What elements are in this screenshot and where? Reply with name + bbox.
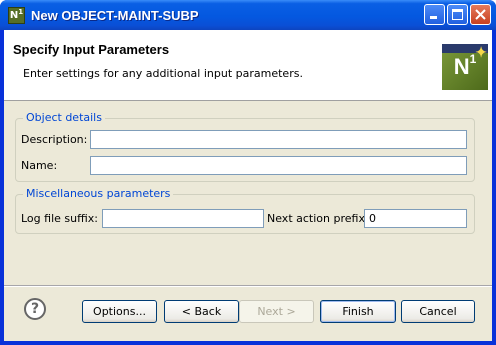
description-field[interactable] <box>90 130 467 149</box>
object-details-group: Object details Description: Name: <box>15 111 475 182</box>
minimize-icon[interactable] <box>424 4 445 25</box>
options-button[interactable]: Options... <box>82 300 157 323</box>
dialog-body: Specify Input Parameters Enter settings … <box>4 30 492 341</box>
finish-button[interactable]: Finish <box>320 300 396 323</box>
close-icon[interactable] <box>470 4 491 25</box>
help-icon[interactable]: ? <box>24 298 46 320</box>
description-label: Description: <box>21 133 88 146</box>
window-title: New OBJECT-MAINT-SUBP <box>31 7 199 23</box>
object-details-legend: Object details <box>23 111 105 124</box>
log-file-suffix-label: Log file suffix: <box>21 212 98 225</box>
dialog-window: N1 New OBJECT-MAINT-SUBP Specify Input P… <box>0 0 496 345</box>
misc-parameters-legend: Miscellaneous parameters <box>23 187 174 200</box>
wizard-header: Specify Input Parameters Enter settings … <box>4 30 492 101</box>
name-label: Name: <box>21 159 58 172</box>
misc-parameters-group: Miscellaneous parameters Log file suffix… <box>15 187 475 234</box>
star-icon: ✦ <box>475 44 487 60</box>
back-button[interactable]: < Back <box>164 300 239 323</box>
page-title: Specify Input Parameters <box>13 42 170 57</box>
window-controls <box>424 4 491 25</box>
maximize-icon[interactable] <box>447 4 468 25</box>
name-field[interactable] <box>90 156 467 175</box>
next-action-prefix-field[interactable] <box>364 209 467 228</box>
natural-logo-icon: N1 ✦ <box>442 44 488 90</box>
next-action-prefix-label: Next action prefix: <box>267 212 369 225</box>
cancel-button[interactable]: Cancel <box>401 300 475 323</box>
button-separator <box>4 285 492 287</box>
log-file-suffix-field[interactable] <box>102 209 264 228</box>
next-button[interactable]: Next > <box>239 300 314 323</box>
title-bar[interactable]: N1 New OBJECT-MAINT-SUBP <box>0 0 496 30</box>
app-icon: N1 <box>8 6 25 24</box>
page-description: Enter settings for any additional input … <box>23 67 303 80</box>
